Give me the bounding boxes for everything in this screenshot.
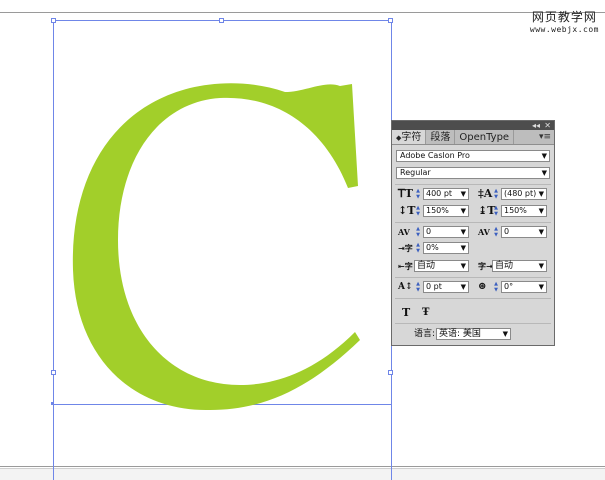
aki-right-value: 自动	[495, 261, 514, 271]
aki-left-icon: ⇤字	[398, 261, 413, 271]
kerning-field[interactable]: 0 ▼	[423, 226, 469, 238]
tracking-spinner[interactable]: ▲ ▼	[493, 226, 499, 238]
rotation-field[interactable]: 0° ▼	[501, 281, 547, 293]
leading-field[interactable]: (480 pt) ▼	[501, 188, 547, 200]
aki-right-icon: 字⇥	[478, 261, 493, 271]
handle-top-center[interactable]	[219, 18, 224, 23]
chevron-down-icon: ▼	[460, 228, 466, 236]
watermark-url: www.webjx.com	[529, 25, 599, 34]
leading-value: (480 pt)	[504, 189, 537, 198]
kerning-spinner[interactable]: ▲ ▼	[415, 226, 421, 238]
chevron-down-icon: ▼	[460, 262, 466, 270]
divider	[395, 298, 551, 299]
letter-c-glyph[interactable]	[40, 40, 380, 420]
font-size-value: 400 pt	[426, 189, 453, 198]
tab-character[interactable]: ◆字符	[392, 130, 427, 144]
tracking-value: 0	[504, 227, 510, 236]
tsume-spinner[interactable]: ▲ ▼	[415, 242, 421, 254]
horizontal-scale-spinner[interactable]: ▲ ▼	[493, 205, 499, 217]
chevron-down-icon: ▼	[460, 207, 466, 215]
chevron-down-icon: ▼	[538, 207, 544, 215]
panel-tabs: ◆字符 段落 OpenType ▾≡	[392, 130, 554, 145]
collapse-icon[interactable]: ◂◂	[532, 121, 540, 130]
leading-icon: ‡A	[478, 187, 493, 200]
character-panel[interactable]: ◂◂ ✕ ◆字符 段落 OpenType ▾≡ Adobe Caslon Pro…	[391, 120, 555, 346]
aki-left-dropdown[interactable]: 自动 ▼	[414, 260, 469, 272]
handle-top-left[interactable]	[51, 18, 56, 23]
kerning-value: 0	[426, 227, 432, 236]
rotation-value: 0°	[504, 282, 514, 291]
leading-spinner[interactable]: ▲ ▼	[493, 188, 499, 200]
baseline-shift-icon: A↕	[398, 282, 413, 292]
chevron-down-icon: ▼	[538, 283, 544, 291]
aki-left-value: 自动	[417, 261, 436, 271]
type-t-strike-icon[interactable]: Ŧ	[422, 307, 429, 319]
tab-paragraph[interactable]: 段落	[426, 130, 456, 144]
baseline-shift-spinner[interactable]: ▲ ▼	[415, 281, 421, 293]
page-bottom-strip	[0, 468, 605, 480]
font-family-value: Adobe Caslon Pro	[400, 151, 470, 160]
chevron-down-icon: ▼	[460, 244, 466, 252]
divider	[395, 277, 551, 278]
divider	[395, 184, 551, 185]
font-style-dropdown[interactable]: Regular ▼	[396, 167, 550, 179]
divider	[395, 222, 551, 223]
baseline-shift-value: 0 pt	[426, 282, 442, 291]
font-family-dropdown[interactable]: Adobe Caslon Pro ▼	[396, 150, 550, 162]
kerning-icon: AV	[398, 227, 410, 237]
chevron-down-icon: ▼	[460, 283, 466, 291]
vertical-scale-field[interactable]: 150% ▼	[423, 205, 469, 217]
chevron-down-icon: ▼	[538, 190, 544, 198]
rotation-spinner[interactable]: ▲ ▼	[493, 281, 499, 293]
vertical-scale-value: 150%	[426, 206, 449, 215]
font-size-icon: ꓔT	[398, 187, 413, 200]
page-bottom-edge	[0, 466, 605, 467]
panel-titlebar[interactable]: ◂◂ ✕	[392, 121, 554, 130]
chevron-down-icon: ▼	[502, 330, 508, 338]
vertical-scale-spinner[interactable]: ▲ ▼	[415, 205, 421, 217]
watermark-title: 网页教学网	[531, 10, 597, 24]
chevron-down-icon: ▼	[541, 169, 547, 177]
type-t-icon[interactable]: T	[402, 307, 410, 319]
font-size-field[interactable]: 400 pt ▼	[423, 188, 469, 200]
tracking-icon: AV	[478, 227, 490, 237]
horizontal-scale-value: 150%	[504, 206, 527, 215]
language-value: 英语: 美国	[439, 329, 481, 339]
handle-middle-right[interactable]	[388, 370, 393, 375]
watermark: 网页教学网 www.webjx.com	[530, 8, 599, 34]
panel-menu-icon[interactable]: ▾≡	[539, 132, 551, 142]
frame-guide-right	[391, 405, 392, 480]
font-size-spinner[interactable]: ▲ ▼	[415, 188, 421, 200]
page-top-edge	[0, 12, 605, 13]
rotation-icon: ⊛	[478, 281, 487, 292]
language-dropdown[interactable]: 英语: 美国 ▼	[436, 328, 511, 340]
language-label: 语言:	[414, 329, 436, 339]
vertical-scale-icon: ↕T	[398, 204, 416, 217]
close-icon[interactable]: ✕	[544, 121, 551, 130]
tsume-icon: ⇥字	[398, 243, 413, 253]
chevron-down-icon: ▼	[538, 262, 544, 270]
tab-opentype[interactable]: OpenType	[455, 130, 515, 144]
font-style-value: Regular	[400, 168, 431, 177]
handle-top-right[interactable]	[388, 18, 393, 23]
chevron-down-icon: ▼	[541, 152, 547, 160]
chevron-down-icon: ▼	[460, 190, 466, 198]
divider	[395, 323, 551, 324]
tsume-value: 0%	[426, 243, 439, 252]
baseline-shift-field[interactable]: 0 pt ▼	[423, 281, 469, 293]
chevron-down-icon: ▼	[538, 228, 544, 236]
letter-c-shape	[72, 83, 360, 411]
tracking-field[interactable]: 0 ▼	[501, 226, 547, 238]
horizontal-scale-field[interactable]: 150% ▼	[501, 205, 547, 217]
tsume-field[interactable]: 0% ▼	[423, 242, 469, 254]
aki-right-dropdown[interactable]: 自动 ▼	[492, 260, 547, 272]
